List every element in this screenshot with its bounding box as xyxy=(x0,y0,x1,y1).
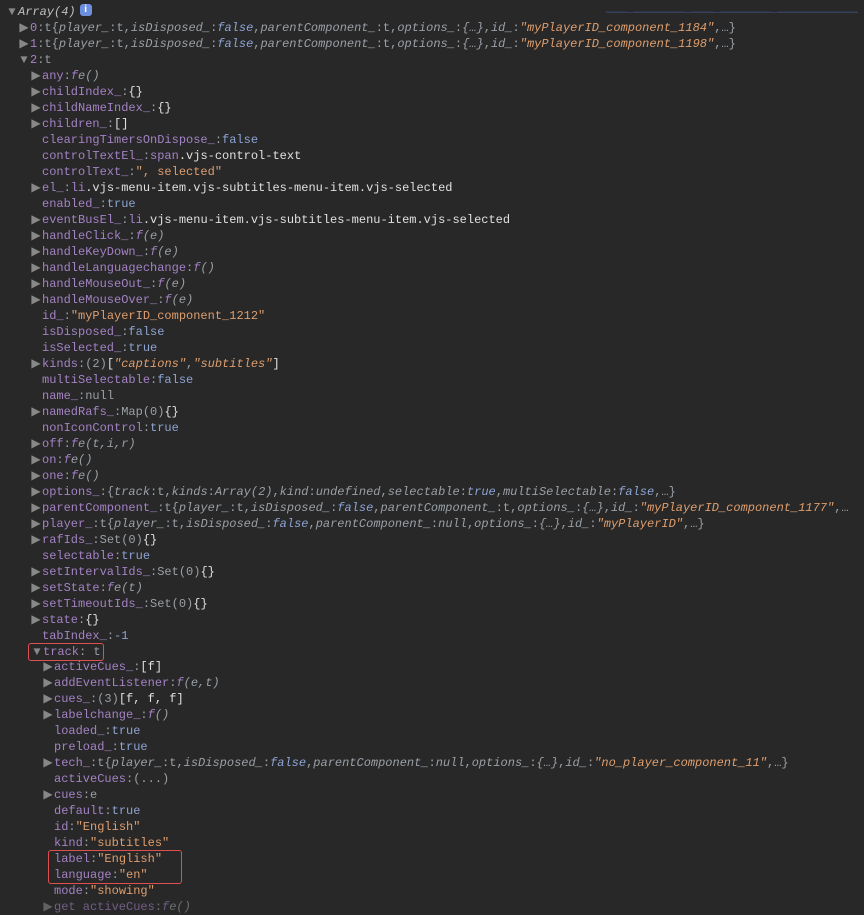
expand-right-icon[interactable]: ▶ xyxy=(30,276,42,292)
prop-off[interactable]: ▶off: f e(t,i,r) xyxy=(6,436,864,452)
expand-right-icon[interactable]: ▶ xyxy=(30,516,42,532)
prop-isDisposed[interactable]: isDisposed_: false xyxy=(6,324,864,340)
track-loaded[interactable]: loaded_: true xyxy=(6,723,864,739)
track-id[interactable]: id: "English" xyxy=(6,819,864,835)
track-labelchange[interactable]: ▶labelchange_: f () xyxy=(6,707,864,723)
prop-on[interactable]: ▶on: f e() xyxy=(6,452,864,468)
expand-right-icon[interactable]: ▶ xyxy=(42,899,54,915)
expand-right-icon[interactable]: ▶ xyxy=(30,580,42,596)
prop-childIndex[interactable]: ▶childIndex_: {} xyxy=(6,84,864,100)
expand-right-icon[interactable]: ▶ xyxy=(30,452,42,468)
track-activeCues2[interactable]: activeCues: (...) xyxy=(6,771,864,787)
prop-nonIconControl[interactable]: nonIconControl: true xyxy=(6,420,864,436)
prop-clearingTimers[interactable]: clearingTimersOnDispose_: false xyxy=(6,132,864,148)
top-link[interactable]: ___ _______ ___ _______ ___________ xyxy=(606,0,858,16)
prop-el[interactable]: ▶el_: li.vjs-menu-item.vjs-subtitles-men… xyxy=(6,180,864,196)
prop-setState[interactable]: ▶setState: f e(t) xyxy=(6,580,864,596)
highlight-label-language: label: "English" language: "en" xyxy=(6,851,864,883)
track-addEventListener[interactable]: ▶addEventListener: f (e,t) xyxy=(6,675,864,691)
prop-handleMouseOut[interactable]: ▶handleMouseOut_: f (e) xyxy=(6,276,864,292)
expand-right-icon[interactable]: ▶ xyxy=(30,532,42,548)
expand-right-icon[interactable]: ▶ xyxy=(30,596,42,612)
prop-kinds[interactable]: ▶kinds: (2) ["captions", "subtitles"] xyxy=(6,356,864,372)
track-mode[interactable]: mode: "showing" xyxy=(6,883,864,899)
expand-right-icon[interactable]: ▶ xyxy=(42,675,54,691)
track-tech[interactable]: ▶tech_: t { player_: t, isDisposed_: fal… xyxy=(6,755,864,771)
prop-one[interactable]: ▶one: f e() xyxy=(6,468,864,484)
track-get-activeCues[interactable]: ▶get activeCues: f e() xyxy=(6,899,864,915)
expand-right-icon[interactable]: ▶ xyxy=(42,707,54,723)
prop-childNameIndex[interactable]: ▶childNameIndex_: {} xyxy=(6,100,864,116)
array-item-0[interactable]: ▶ 0: t { player_: t, isDisposed_: false,… xyxy=(6,20,864,36)
expand-right-icon[interactable]: ▶ xyxy=(30,292,42,308)
prop-selectable[interactable]: selectable: true xyxy=(6,548,864,564)
prop-handleLanguagechange[interactable]: ▶handleLanguagechange: f () xyxy=(6,260,864,276)
track-activeCues[interactable]: ▶activeCues_: [f] xyxy=(6,659,864,675)
expand-right-icon[interactable]: ▶ xyxy=(42,691,54,707)
prop-namedRafs[interactable]: ▶namedRafs_: Map(0) {} xyxy=(6,404,864,420)
expand-right-icon[interactable]: ▶ xyxy=(30,68,42,84)
console-output: ___ _______ ___ _______ ___________ ▼ Ar… xyxy=(0,0,864,915)
track-cues2[interactable]: ▶cues: e xyxy=(6,787,864,803)
expand-right-icon[interactable]: ▶ xyxy=(30,84,42,100)
prop-isSelected[interactable]: isSelected_: true xyxy=(6,340,864,356)
expand-right-icon[interactable]: ▶ xyxy=(30,244,42,260)
expand-right-icon[interactable]: ▶ xyxy=(30,564,42,580)
track-label[interactable]: label: "English" xyxy=(6,851,864,867)
expand-down-icon[interactable]: ▼ xyxy=(6,4,18,20)
array-item-2[interactable]: ▼ 2: t xyxy=(6,52,864,68)
prop-options[interactable]: ▶options_: { track: t, kinds: Array(2), … xyxy=(6,484,864,500)
expand-right-icon[interactable]: ▶ xyxy=(30,116,42,132)
expand-down-icon[interactable]: ▼ xyxy=(18,52,30,68)
expand-right-icon[interactable]: ▶ xyxy=(30,484,42,500)
expand-right-icon[interactable]: ▶ xyxy=(30,468,42,484)
expand-right-icon[interactable]: ▶ xyxy=(30,500,42,516)
track-cues[interactable]: ▶cues_: (3) [f, f, f] xyxy=(6,691,864,707)
prop-state[interactable]: ▶state: {} xyxy=(6,612,864,628)
expand-right-icon[interactable]: ▶ xyxy=(30,180,42,196)
expand-right-icon[interactable]: ▶ xyxy=(42,755,54,771)
expand-right-icon[interactable]: ▶ xyxy=(30,212,42,228)
prop-controlText[interactable]: controlText_: ", selected" xyxy=(6,164,864,180)
expand-right-icon[interactable]: ▶ xyxy=(42,787,54,803)
array-item-1[interactable]: ▶ 1: t { player_: t, isDisposed_: false,… xyxy=(6,36,864,52)
prop-tabIndex[interactable]: tabIndex_: -1 xyxy=(6,628,864,644)
prop-player[interactable]: ▶player_: t { player_: t, isDisposed_: f… xyxy=(6,516,864,532)
prop-multiSelectable[interactable]: multiSelectable: false xyxy=(6,372,864,388)
prop-eventBusEl[interactable]: ▶eventBusEl_: li.vjs-menu-item.vjs-subti… xyxy=(6,212,864,228)
expand-right-icon[interactable]: ▶ xyxy=(30,100,42,116)
prop-name[interactable]: name_: null xyxy=(6,388,864,404)
expand-right-icon[interactable]: ▶ xyxy=(18,36,30,52)
prop-controlTextEl[interactable]: controlTextEl_: span.vjs-control-text xyxy=(6,148,864,164)
prop-setIntervalIds[interactable]: ▶setIntervalIds_: Set(0) {} xyxy=(6,564,864,580)
prop-handleClick[interactable]: ▶handleClick_: f (e) xyxy=(6,228,864,244)
info-icon[interactable]: i xyxy=(80,4,92,16)
expand-right-icon[interactable]: ▶ xyxy=(30,228,42,244)
expand-right-icon[interactable]: ▶ xyxy=(30,260,42,276)
expand-right-icon[interactable]: ▶ xyxy=(30,436,42,452)
expand-right-icon[interactable]: ▶ xyxy=(30,404,42,420)
prop-id[interactable]: id_: "myPlayerID_component_1212" xyxy=(6,308,864,324)
expand-right-icon[interactable]: ▶ xyxy=(42,659,54,675)
prop-handleKeyDown[interactable]: ▶handleKeyDown_: f (e) xyxy=(6,244,864,260)
prop-any[interactable]: ▶any: f e() xyxy=(6,68,864,84)
prop-rafIds[interactable]: ▶rafIds_: Set(0) {} xyxy=(6,532,864,548)
expand-right-icon[interactable]: ▶ xyxy=(18,20,30,36)
track-kind[interactable]: kind: "subtitles" xyxy=(6,835,864,851)
prop-handleMouseOver[interactable]: ▶handleMouseOver_: f (e) xyxy=(6,292,864,308)
expand-down-icon[interactable]: ▼ xyxy=(31,644,43,660)
expand-right-icon[interactable]: ▶ xyxy=(30,612,42,628)
track-language[interactable]: language: "en" xyxy=(6,867,864,883)
prop-enabled[interactable]: enabled_: true xyxy=(6,196,864,212)
prop-track[interactable]: ▼track: t xyxy=(6,644,864,659)
highlight-box-icon: ▼track: t xyxy=(28,643,104,661)
prop-parentComponent[interactable]: ▶parentComponent_: t { player_: t, isDis… xyxy=(6,500,864,516)
prop-children[interactable]: ▶children_: [] xyxy=(6,116,864,132)
prop-setTimeoutIds[interactable]: ▶setTimeoutIds_: Set(0) {} xyxy=(6,596,864,612)
expand-right-icon[interactable]: ▶ xyxy=(30,356,42,372)
track-default[interactable]: default: true xyxy=(6,803,864,819)
track-preload[interactable]: preload_: true xyxy=(6,739,864,755)
